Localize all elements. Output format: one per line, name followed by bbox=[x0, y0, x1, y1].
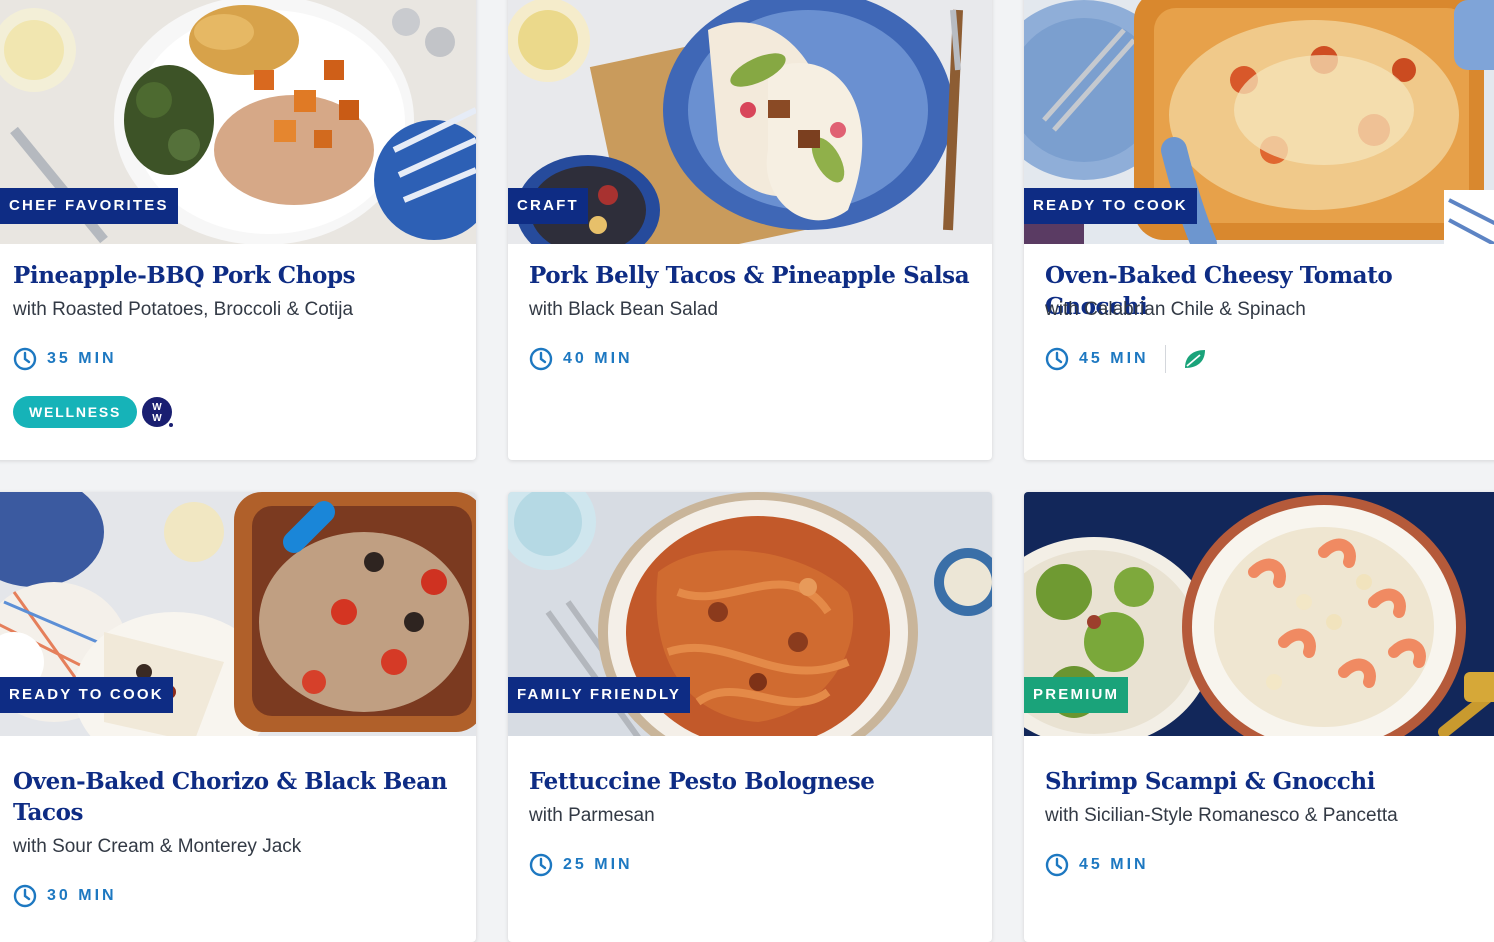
clock-icon bbox=[1045, 347, 1069, 371]
svg-text:W: W bbox=[152, 413, 162, 424]
cook-time-label: 25 MIN bbox=[563, 856, 633, 873]
clock-icon bbox=[13, 884, 37, 908]
recipe-subtitle: with Sour Cream & Monterey Jack bbox=[13, 836, 302, 857]
clock-icon bbox=[13, 347, 37, 371]
cook-time: 40 MIN bbox=[529, 345, 633, 373]
recipe-photo[interactable]: READY TO COOK bbox=[1024, 0, 1494, 244]
recipe-badge: CHEF FAVORITES bbox=[0, 188, 178, 224]
cook-time-label: 35 MIN bbox=[47, 350, 117, 367]
wellness-tag: WELLNESS bbox=[13, 396, 138, 428]
recipe-subtitle: with Parmesan bbox=[529, 805, 655, 826]
recipe-photo[interactable]: FAMILY FRIENDLY bbox=[508, 492, 992, 736]
svg-text:W: W bbox=[152, 402, 162, 413]
recipe-badge: READY TO COOK bbox=[1024, 188, 1197, 224]
recipe-card-fettuccine-pesto-bolognese[interactable]: FAMILY FRIENDLY Fettuccine Pesto Bologne… bbox=[508, 492, 992, 942]
recipe-title[interactable]: Fettuccine Pesto Bolognese bbox=[529, 766, 980, 797]
cook-time-label: 30 MIN bbox=[47, 887, 117, 904]
recipe-subtitle: with Roasted Potatoes, Broccoli & Cotija bbox=[13, 299, 354, 320]
recipe-photo[interactable]: CHEF FAVORITES bbox=[0, 0, 476, 244]
divider bbox=[1164, 345, 1166, 373]
recipe-badge: CRAFT bbox=[508, 188, 588, 224]
recipe-subtitle: with Sicilian-Style Romanesco & Pancetta bbox=[1045, 805, 1398, 826]
recipe-title[interactable]: Shrimp Scampi & Gnocchi bbox=[1045, 766, 1494, 797]
cook-time: 35 MIN bbox=[13, 345, 117, 373]
recipe-subtitle: with Calabrian Chile & Spinach bbox=[1045, 299, 1306, 320]
recipe-card-chorizo-black-bean-tacos[interactable]: READY TO COOK Oven-Baked Chorizo & Black… bbox=[0, 492, 476, 942]
recipe-title[interactable]: Pineapple-BBQ Pork Chops bbox=[13, 260, 464, 291]
recipe-card-cheesy-tomato-gnocchi[interactable]: READY TO COOK Oven-Baked Cheesy Tomato G… bbox=[1024, 0, 1494, 460]
recipe-photo[interactable]: CRAFT bbox=[508, 0, 992, 244]
recipe-photo[interactable]: PREMIUM bbox=[1024, 492, 1494, 736]
recipe-subtitle: with Black Bean Salad bbox=[529, 299, 719, 320]
ww-logo-icon: W W bbox=[141, 396, 175, 435]
recipe-badge: READY TO COOK bbox=[0, 677, 173, 713]
recipe-card-pineapple-bbq-pork-chops[interactable]: CHEF FAVORITES Pineapple-BBQ Pork Chops … bbox=[0, 0, 476, 460]
clock-icon bbox=[529, 853, 553, 877]
cook-time: 45 MIN bbox=[1045, 345, 1208, 373]
recipe-card-shrimp-scampi-gnocchi[interactable]: PREMIUM Shrimp Scampi & Gnocchi with Sic… bbox=[1024, 492, 1494, 942]
cook-time-label: 45 MIN bbox=[1079, 856, 1149, 873]
leaf-icon bbox=[1182, 347, 1208, 371]
recipe-title[interactable]: Oven-Baked Chorizo & Black Bean Tacos bbox=[13, 766, 464, 828]
clock-icon bbox=[529, 347, 553, 371]
cook-time: 45 MIN bbox=[1045, 851, 1149, 879]
recipe-badge: PREMIUM bbox=[1024, 677, 1129, 713]
cook-time: 25 MIN bbox=[529, 851, 633, 879]
cook-time: 30 MIN bbox=[13, 882, 117, 910]
recipe-badge: FAMILY FRIENDLY bbox=[508, 677, 691, 713]
cook-time-label: 40 MIN bbox=[563, 350, 633, 367]
recipe-photo[interactable]: READY TO COOK bbox=[0, 492, 476, 736]
clock-icon bbox=[1045, 853, 1069, 877]
cook-time-label: 45 MIN bbox=[1079, 350, 1149, 367]
recipe-card-pork-belly-tacos[interactable]: CRAFT Pork Belly Tacos & Pineapple Salsa… bbox=[508, 0, 992, 460]
recipe-title[interactable]: Pork Belly Tacos & Pineapple Salsa bbox=[529, 260, 980, 291]
